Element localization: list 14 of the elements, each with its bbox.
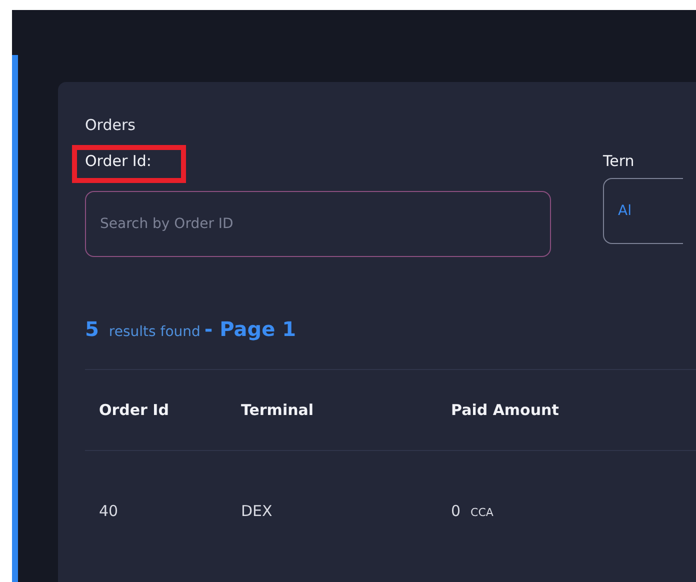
page-indicator: - Page 1 [204, 317, 296, 341]
table-cell-text: DEX [241, 501, 274, 520]
table-cell-text: 0 CCA [451, 501, 494, 520]
results-text: results found [108, 324, 200, 340]
table-cell-text: 40 [99, 501, 120, 520]
highlighted-field-label: Order Id: [72, 145, 186, 183]
result-count: 5 [85, 317, 99, 341]
panel-title: Orders [85, 116, 136, 136]
select-field[interactable]: Al [603, 178, 683, 244]
column-header: Paid Amount [451, 401, 560, 419]
field-label: Tern [603, 152, 634, 170]
column-header: Order Id [99, 401, 170, 419]
search-field[interactable]: Search by Order ID [85, 191, 551, 257]
column-header: Terminal [241, 401, 315, 419]
